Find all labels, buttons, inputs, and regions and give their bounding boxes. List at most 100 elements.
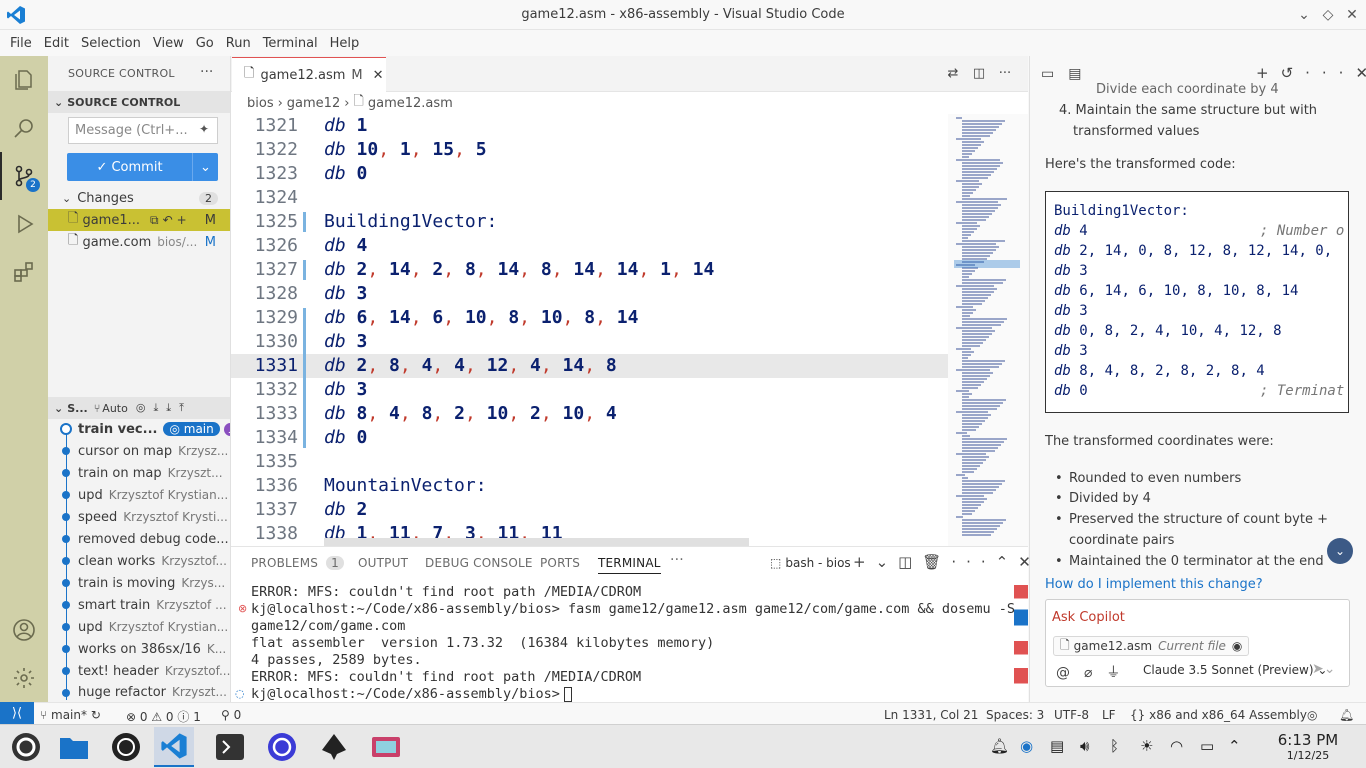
terminal-app-icon[interactable] xyxy=(210,727,250,767)
editor-scrollbar[interactable] xyxy=(324,538,749,546)
remote-indicator-icon[interactable]: ⟩⟨ xyxy=(0,702,34,724)
start-menu-icon[interactable] xyxy=(6,727,46,767)
tab-problems[interactable]: PROBLEMS 1 xyxy=(251,556,344,570)
open-changes-icon[interactable]: ⇄ xyxy=(944,64,962,82)
chat-code-block[interactable]: Building1Vector: db 4 ; Number o db 2, 14, … xyxy=(1045,191,1349,413)
clipboard-icon[interactable]: ▤ xyxy=(1050,737,1070,757)
tab-game12-asm[interactable]: 🗋 game12.asm M ✕ xyxy=(232,57,386,92)
breadcrumb-item[interactable]: game12.asm xyxy=(368,96,453,111)
changes-header[interactable]: ⌄ Changes 2 xyxy=(48,187,230,209)
menu-help[interactable]: Help xyxy=(324,36,366,51)
panel-more-icon[interactable]: ··· xyxy=(670,552,684,568)
menu-run[interactable]: Run xyxy=(220,36,257,51)
wifi-icon[interactable]: ◠ xyxy=(1170,737,1190,757)
menu-selection[interactable]: Selection xyxy=(75,36,147,51)
tab-debug-console[interactable]: DEBUG CONSOLE xyxy=(425,556,533,570)
panel-actions-icon[interactable]: +⌄◫🗑···⌃✕ xyxy=(853,553,1041,571)
settings-gear-icon[interactable] xyxy=(10,664,38,692)
eye-icon[interactable]: ◉ xyxy=(1232,639,1242,653)
inkscape-icon[interactable] xyxy=(314,727,354,767)
tab-terminal[interactable]: TERMINAL xyxy=(598,556,661,574)
update-icon[interactable]: ◉ xyxy=(1020,737,1040,757)
notifications-icon[interactable]: 🔔︎ xyxy=(1339,708,1354,722)
tab-ports[interactable]: PORTS xyxy=(540,556,580,570)
terminal-output[interactable]: ERROR: MFS: couldn't find root path /MED… xyxy=(251,584,1021,702)
cursor-position[interactable]: Ln 1331, Col 21 xyxy=(884,708,978,722)
search-icon[interactable] xyxy=(10,114,38,142)
graph-row[interactable]: train vec... ◎ main ☁ xyxy=(48,418,230,440)
chat-input-placeholder[interactable]: Ask Copilot xyxy=(1052,610,1125,625)
clock[interactable]: 6:13 PM 1/12/25 xyxy=(1258,731,1358,762)
account-icon[interactable] xyxy=(10,616,38,644)
split-editor-icon[interactable]: ◫ xyxy=(970,64,988,82)
menu-edit[interactable]: Edit xyxy=(38,36,75,51)
editor-more-icon[interactable]: ··· xyxy=(996,64,1014,82)
code-editor[interactable]: 1321 db 1 1322 db 10, 1, 15, 5 1323 db 0 1324 1… xyxy=(231,114,948,546)
run-debug-icon[interactable] xyxy=(10,210,38,238)
chat-actions-icon[interactable]: +↺···✕ xyxy=(1256,64,1366,82)
close-window-icon[interactable]: ✕ xyxy=(1342,5,1362,25)
context-chip[interactable]: 🗋 game12.asm Current file ◉ xyxy=(1053,636,1250,656)
battery-icon[interactable]: ▭ xyxy=(1200,737,1220,757)
close-tab-icon[interactable]: ✕ xyxy=(373,68,384,83)
menu-go[interactable]: Go xyxy=(190,36,220,51)
minimize-icon[interactable]: ⌄ xyxy=(1294,5,1314,25)
change-actions-icon[interactable]: ⧉↶+ xyxy=(150,213,191,228)
graph-row[interactable]: train on map Krzyszt... xyxy=(48,462,230,484)
bluetooth-icon[interactable]: ᛒ xyxy=(1110,737,1130,757)
notification-tray-icon[interactable]: 🔔︎ xyxy=(990,737,1010,757)
change-item[interactable]: 🗋 game1... ⧉↶+ M xyxy=(48,209,230,231)
ports-indicator[interactable]: ⚲ 0 xyxy=(221,708,241,722)
restore-icon[interactable]: ◇ xyxy=(1318,5,1338,25)
explorer-icon[interactable] xyxy=(10,66,38,94)
menu-terminal[interactable]: Terminal xyxy=(257,36,324,51)
graph-row[interactable]: speed Krzysztof Krysti... xyxy=(48,506,230,528)
chat-app-icon[interactable] xyxy=(262,727,302,767)
send-icon[interactable]: ➤⌄ xyxy=(1312,661,1335,677)
graph-row[interactable]: works on 386sx/16 K... xyxy=(48,638,230,660)
chat-attach-icons[interactable]: @⌀⏚ xyxy=(1056,662,1134,682)
commit-dropdown-icon[interactable]: ⌄ xyxy=(192,153,218,181)
tab-output[interactable]: OUTPUT xyxy=(358,556,408,570)
sidebar-more-icon[interactable]: ··· xyxy=(200,64,213,80)
change-item[interactable]: 🗋 game.com bios/... M xyxy=(48,231,230,253)
obs-icon[interactable] xyxy=(106,727,146,767)
graph-row[interactable]: removed debug code... xyxy=(48,528,230,550)
commit-button[interactable]: ✓ Commit ⌄ xyxy=(67,153,218,181)
graph-row[interactable]: cursor on map Krzysz... xyxy=(48,440,230,462)
language-mode[interactable]: {} x86 and x86_64 Assembly xyxy=(1130,708,1307,722)
minimap[interactable] xyxy=(948,114,1028,546)
graph-row[interactable]: train is moving Krzys... xyxy=(48,572,230,594)
menu-view[interactable]: View xyxy=(147,36,190,51)
chat-followup-link[interactable]: How do I implement this change? xyxy=(1045,577,1263,592)
tray-expand-icon[interactable]: ⌃ xyxy=(1228,737,1248,757)
menu-file[interactable]: File xyxy=(4,36,38,51)
graph-row[interactable]: clean works Krzysztof... xyxy=(48,550,230,572)
extensions-icon[interactable] xyxy=(10,258,38,286)
indentation[interactable]: Spaces: 3 xyxy=(986,708,1044,722)
line-ending[interactable]: LF xyxy=(1102,708,1116,722)
section-header[interactable]: ⌄ SOURCE CONTROL xyxy=(48,91,230,113)
chat-view-icons[interactable]: ▭▤ xyxy=(1041,66,1095,82)
minimap-viewport[interactable] xyxy=(954,260,1020,268)
breadcrumb-item[interactable]: bios xyxy=(247,96,274,111)
volume-icon[interactable]: 🔊︎ xyxy=(1080,737,1100,757)
graph-auto[interactable]: Auto xyxy=(102,402,128,415)
file-manager-icon[interactable] xyxy=(54,727,94,767)
terminal-selector[interactable]: ⬚ bash - bios xyxy=(770,556,851,570)
graph-row[interactable]: huge refactor Krzyszt... xyxy=(48,682,230,702)
graph-row[interactable]: text! header Krzysztof... xyxy=(48,660,230,682)
graph-row[interactable]: upd Krzysztof Krystian... xyxy=(48,484,230,506)
graph-row[interactable]: smart train Krzysztof ... xyxy=(48,594,230,616)
screenshot-app-icon[interactable] xyxy=(366,727,406,767)
graph-actions-icon[interactable]: ◎⤓⤓⤒ xyxy=(136,401,192,415)
brightness-icon[interactable]: ☀ xyxy=(1140,737,1160,757)
graph-row[interactable]: upd Krzysztof Krystian... xyxy=(48,616,230,638)
sparkle-icon[interactable]: ✦ xyxy=(196,121,212,137)
model-picker[interactable]: Claude 3.5 Sonnet (Preview) ⌄ xyxy=(1143,663,1327,677)
copilot-icon[interactable]: ◎ xyxy=(1307,708,1317,722)
problems-indicator[interactable]: ⊗ 0 ⚠ 0 ⓘ 1 xyxy=(126,708,201,725)
graph-header[interactable]: ⌄ S... ⑂ Auto ◎⤓⤓⤒ xyxy=(48,397,230,419)
scroll-down-icon[interactable]: ⌄ xyxy=(1327,538,1353,564)
terminal-scrollbar[interactable] xyxy=(1014,585,1028,697)
